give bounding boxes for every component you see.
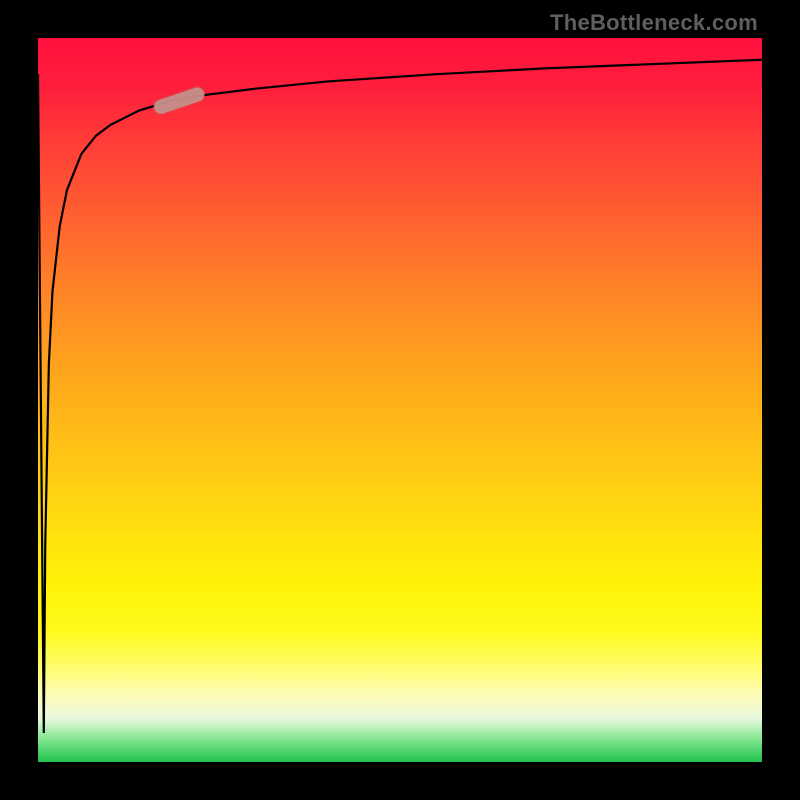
curve-line xyxy=(38,60,762,733)
marker-pill xyxy=(161,94,197,106)
chart-root: TheBottleneck.com xyxy=(0,0,800,800)
curve-svg xyxy=(38,38,762,762)
plot-area xyxy=(38,38,762,762)
watermark-text: TheBottleneck.com xyxy=(550,10,758,36)
